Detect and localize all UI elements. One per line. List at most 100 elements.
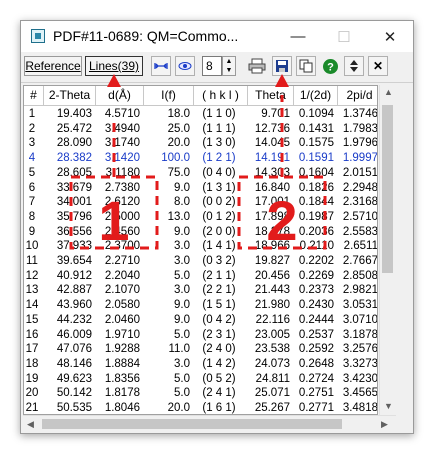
table-cell: 49.623 — [56, 372, 92, 385]
table-cell: 3.1180 — [105, 166, 140, 179]
table-row[interactable]: 15 44.232 2.0460 9.0 (0 4 2) 22.116 0.2444 3.07… — [24, 314, 377, 327]
table-cell: 3.4940 — [104, 122, 140, 135]
table-row[interactable]: 11 39.654 2.2710 3.0 (0 3 2) 19.827 0.2202 2.76… — [24, 255, 377, 268]
lines-table[interactable]: #2-Theta d(Å) I(f)( h k l ) Theta 1/(2d) 2pi/… — [23, 85, 378, 415]
table-cell: 25.472 — [56, 122, 92, 135]
spin-down-icon[interactable]: ▼ — [223, 66, 235, 75]
table-cell: 9.0 — [174, 181, 190, 194]
table-row[interactable]: 14 43.960 2.0580 9.0 (1 5 1) 21.980 0.2430 3.05… — [24, 299, 377, 312]
table-row[interactable]: 19 49.623 1.8356 5.0 (0 5 2) 24.811 0.2724 3.42… — [24, 373, 377, 386]
spin-value-input[interactable]: 8 — [202, 56, 222, 76]
table-row[interactable]: 1 19.403 4.5710 18.0 (1 1 0) 9.701 0.1094 1.374… — [24, 108, 377, 121]
scroll-left-icon[interactable]: ◀ — [27, 419, 34, 430]
maximize-button[interactable]: ☐ — [321, 21, 367, 52]
column-header[interactable]: Theta — [248, 86, 294, 105]
title-bar[interactable]: PDF#11-0689: QM=Commo... — ☐ ✕ — [21, 21, 413, 52]
reference-tab-label: Reference — [25, 59, 81, 73]
pdf-card-window: PDF#11-0689: QM=Commo... — ☐ ✕ Reference… — [20, 20, 414, 434]
table-cell: (1 4 1) — [202, 240, 236, 253]
lines-tab-label: Lines(39) — [88, 59, 140, 73]
table-cell: 1.8884 — [104, 357, 140, 370]
table-cell: 19 — [25, 372, 39, 385]
svg-text:?: ? — [327, 61, 334, 73]
column-header[interactable]: I(f) — [144, 86, 194, 105]
close-button[interactable]: ✕ — [367, 21, 413, 52]
table-cell: 48.146 — [56, 357, 92, 370]
table-cell: 3.3273 — [342, 357, 378, 370]
table-cell: 75.0 — [167, 166, 190, 179]
lines-tab[interactable]: Lines(39) — [85, 56, 143, 76]
table-cell: 24.811 — [255, 372, 290, 385]
table-cell: 19.827 — [254, 255, 290, 267]
table-row[interactable]: 12 40.912 2.2040 5.0 (2 1 1) 20.456 0.2269 2.85… — [24, 270, 377, 283]
table-cell: 3.1740 — [104, 137, 140, 150]
table-cell: 11 — [26, 255, 38, 267]
column-header[interactable]: 2-Theta — [44, 86, 96, 105]
help-icon[interactable]: ? — [320, 56, 340, 76]
table-cell: 100.0 — [161, 152, 190, 165]
column-header[interactable]: d(Å) — [96, 86, 144, 105]
table-row[interactable]: 20 50.142 1.8178 5.0 (2 4 1) 25.071 0.2751 3.45… — [24, 387, 377, 400]
close-icon[interactable]: ✕ — [368, 56, 388, 76]
range-icon[interactable] — [151, 56, 171, 76]
vertical-scroll-thumb[interactable] — [382, 105, 393, 273]
table-row[interactable]: 10 37.933 2.3700 3.0 (1 4 1) 18.966 0.2110 2.65… — [24, 240, 377, 253]
table-cell: 2.4560 — [104, 225, 140, 238]
table-row[interactable]: 7 34.001 2.6120 8.0 (0 0 2) 17.001 0.1844 2.316… — [24, 196, 377, 209]
table-row[interactable]: 4 28.382 3.1420 100.0 (1 2 1) 14.191 0.1591 1.9… — [24, 152, 377, 165]
table-row[interactable]: 18 48.146 1.8884 3.0 (1 4 2) 24.073 0.2648 3.32… — [24, 358, 377, 371]
table-cell: 2.5710 — [342, 210, 378, 223]
table-cell: 2.6511 — [343, 240, 378, 253]
table-cell: 1 — [28, 108, 36, 120]
eye-icon[interactable] — [175, 56, 195, 76]
table-cell: 4.5710 — [104, 108, 140, 120]
table-row[interactable]: 16 46.009 1.9710 5.0 (2 3 1) 23.005 0.2537 3.18… — [24, 329, 377, 342]
table-cell: 2.0460 — [104, 313, 140, 326]
table-cell: 3.0 — [174, 240, 190, 253]
scroll-right-icon[interactable]: ▶ — [381, 419, 388, 430]
column-header[interactable]: # — [24, 86, 44, 105]
column-header[interactable]: 2pi/d — [338, 86, 377, 105]
table-row[interactable]: 3 28.090 3.1740 20.0 (1 3 0) 14.045 0.1575 1.97… — [24, 137, 377, 150]
table-cell: 2.8508 — [342, 269, 378, 282]
table-cell: 37.933 — [56, 240, 92, 253]
table-cell: 0.1604 — [298, 166, 334, 179]
table-cell: 8 — [28, 210, 36, 223]
table-row[interactable]: 2 25.472 3.4940 25.0 (1 1 1) 12.736 0.1431 1.79… — [24, 123, 377, 136]
table-cell: 5.0 — [174, 328, 190, 341]
scroll-down-icon[interactable]: ▼ — [384, 401, 393, 411]
table-cell: 9.701 — [261, 108, 290, 120]
minimize-button[interactable]: — — [275, 21, 321, 52]
sort-icon[interactable] — [344, 56, 364, 76]
table-cell: 17.001 — [254, 196, 290, 209]
table-row[interactable]: 5 28.605 3.1180 75.0 (0 4 0) 14.303 0.1604 2.01… — [24, 167, 377, 180]
table-row[interactable]: 6 33.679 2.7380 9.0 (1 3 1) 16.840 0.1826 2.294… — [24, 182, 377, 195]
column-header[interactable]: ( h k l ) — [194, 86, 248, 105]
table-row[interactable]: 13 42.887 2.1070 3.0 (2 2 1) 21.443 0.2373 2.98… — [24, 284, 377, 297]
table-cell: 14.303 — [254, 166, 290, 179]
table-cell: 10 — [25, 240, 39, 253]
table-cell: 2.7667 — [342, 255, 378, 267]
spin-control[interactable]: ▲ ▼ — [222, 56, 236, 76]
table-row[interactable]: 17 47.076 1.9288 11.0 (2 4 0) 23.538 0.2592 3.2… — [24, 343, 377, 356]
table-cell: 9.0 — [174, 313, 190, 326]
horizontal-scroll-thumb[interactable] — [42, 419, 342, 429]
table-cell: 34.001 — [56, 196, 92, 209]
table-row[interactable]: 8 35.796 2.5000 13.0 (0 1 2) 17.898 0.1987 2.57… — [24, 211, 377, 224]
table-row[interactable]: 9 36.556 2.4560 9.0 (2 0 0) 18.278 0.2036 2.558… — [24, 226, 377, 239]
reference-tab[interactable]: Reference — [24, 56, 82, 76]
table-cell: 3.1878 — [342, 328, 378, 341]
print-icon[interactable] — [247, 56, 267, 76]
table-cell: 20.0 — [167, 137, 190, 150]
copy-icon[interactable] — [296, 56, 316, 76]
spin-up-icon[interactable]: ▲ — [223, 57, 235, 66]
table-cell: 9 — [28, 225, 36, 238]
save-icon[interactable] — [272, 56, 292, 76]
column-header[interactable]: 1/(2d) — [294, 86, 338, 105]
table-cell: 20.456 — [254, 269, 290, 282]
table-row[interactable]: 21 50.535 1.8046 20.0 (1 6 1) 25.267 0.2771 3.4… — [24, 402, 377, 414]
table-cell: 18.0 — [167, 108, 190, 120]
table-cell: 18.278 — [254, 225, 290, 238]
table-cell: 3.4230 — [342, 372, 378, 385]
scroll-up-icon[interactable]: ▲ — [384, 87, 393, 97]
